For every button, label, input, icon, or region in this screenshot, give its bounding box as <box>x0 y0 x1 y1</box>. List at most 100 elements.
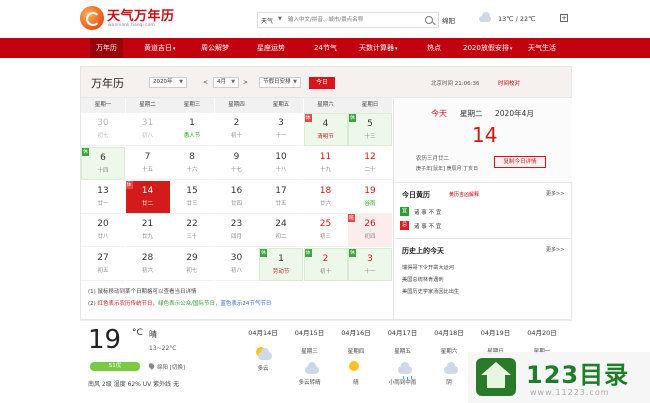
forecast-date: 04月15日 <box>294 329 325 337</box>
calendar-day-cell[interactable]: 休 6 十四 <box>81 146 125 180</box>
calendar-day-cell[interactable]: 8 十六 <box>170 147 214 180</box>
today-button[interactable]: 今日 <box>309 77 335 89</box>
calendar-day-cell[interactable]: 30 初七 <box>81 113 125 146</box>
calendar-day-cell[interactable]: 休 5 十三 <box>348 113 392 146</box>
calendar-day-cell[interactable]: 24 初二 <box>259 214 303 248</box>
calendar-day-cell[interactable]: 班 26 初四 <box>348 214 392 248</box>
forecast-day[interactable]: 04月18日 星期六阴 <box>426 323 472 403</box>
calendar-day-cell[interactable]: 15 廿三 <box>170 181 214 214</box>
history-item[interactable]: 美国历史学家汤因比出生 <box>402 288 459 295</box>
calendar-day-cell[interactable]: 18 廿六 <box>303 181 348 214</box>
chevron-down-icon: ▼ <box>179 79 183 85</box>
cloud-icon <box>479 12 491 22</box>
time-calibrate-link[interactable]: 时间校对 <box>498 79 520 87</box>
calendar-day-cell[interactable]: 休 4 清明节 <box>303 113 348 146</box>
nav-item-holidays-2020[interactable]: 2020放假安排▾ <box>463 38 512 58</box>
calendar-day-cell[interactable]: 23 四月 <box>214 214 259 248</box>
calendar-day-cell[interactable]: 11 十九 <box>303 147 348 180</box>
nav-item-weather-life[interactable]: 天气生活 <box>528 38 556 58</box>
almanac-section: 今日黄历 黄历吉凶解释 更多>> 宜 诸 事 不 宜 忌 诸 事 不 宜 <box>394 183 572 239</box>
calendar-day-cell[interactable]: 休 14 廿二 <box>125 180 170 214</box>
calendar-day-cell[interactable]: 19 谷雨 <box>348 181 392 214</box>
calendar-day-cell[interactable]: 20 廿八 <box>81 214 125 248</box>
today-label: 今天 <box>431 109 447 118</box>
calendar-day-cell[interactable]: 10 十八 <box>259 147 303 180</box>
forecast-weekday: 星期四 <box>347 349 365 355</box>
forecast-day[interactable]: 04月15日 星期三 多云转晴 <box>287 323 333 403</box>
forecast-day[interactable]: 04月17日 星期五 小雨到中雨 <box>380 323 426 403</box>
nav-item-day-calculator[interactable]: 天数计算器▾ <box>359 38 398 58</box>
location-pin-icon <box>147 362 156 370</box>
prev-month-button[interactable]: < <box>201 77 210 88</box>
calendar-day-cell[interactable]: 1 愚人节 <box>170 113 214 146</box>
history-item[interactable]: 美国总统林肯遇刺 <box>402 276 444 283</box>
calendar-day-cell[interactable]: 21 廿九 <box>125 214 170 248</box>
weekday-header: 星期日 <box>348 98 392 113</box>
lunar-label: 初十 <box>319 269 331 276</box>
lunar-label: 二十 <box>364 166 376 173</box>
search-type-select[interactable]: 天气 <box>261 16 273 25</box>
nav-item-huangdao[interactable]: 黄道吉日▾ <box>144 38 176 58</box>
calendar-day-cell[interactable]: 17 廿五 <box>259 181 303 214</box>
calendar-day-cell[interactable]: 12 二十 <box>348 147 392 180</box>
calendar-day-cell[interactable]: 22 三十 <box>170 214 214 248</box>
calendar-day-cell[interactable]: 7 十五 <box>125 147 170 180</box>
nav-label: 2020放假安排 <box>463 44 509 52</box>
holiday-tag: 班 <box>348 214 355 223</box>
calendar-day-cell[interactable]: 25 初三 <box>303 214 348 248</box>
year-select[interactable]: 2020年 ▼ <box>149 77 187 88</box>
lunar-label: 初七 <box>97 133 109 139</box>
site-logo[interactable]: 天气万年历 wannianli.tianqi.com <box>80 4 190 32</box>
next-month-button[interactable]: > <box>241 77 250 88</box>
calendar-day-cell[interactable]: 休 3 十一 <box>348 248 392 282</box>
lunar-label: 初七 <box>186 268 198 275</box>
calendar-day-cell[interactable]: 9 十七 <box>214 147 259 180</box>
calendar-panel: 万年历 2020年 ▼ < 4月 ▼ > 节假日安排 ▼ 今日 北京时间 21:06:… <box>80 66 572 320</box>
day-number: 24 <box>275 219 287 230</box>
history-more-link[interactable]: 更多>> <box>546 246 564 253</box>
calendar-day-cell[interactable]: 2 初十 <box>214 113 259 146</box>
search-icon[interactable] <box>425 16 433 24</box>
day-number: 18 <box>319 185 332 196</box>
day-number: 23 <box>230 219 243 230</box>
nav-item-solar-terms[interactable]: 24节气 <box>314 38 337 58</box>
calendar-day-cell[interactable]: 29 初七 <box>170 248 214 282</box>
forecast-day[interactable]: 04月14日 多云 <box>240 323 286 403</box>
calendar-day-cell[interactable]: 13 廿一 <box>81 181 125 214</box>
calendar-day-cell[interactable]: 28 初六 <box>125 248 170 282</box>
calendar-day-cell[interactable]: 休 1 劳动节 <box>259 248 303 282</box>
weekday-header: 星期二 <box>125 98 170 113</box>
search-input[interactable] <box>288 14 420 26</box>
calendar-day-cell[interactable]: 3 十一 <box>259 113 303 146</box>
holiday-select[interactable]: 节假日安排 ▼ <box>259 77 301 88</box>
nav-item-hot[interactable]: 热点 <box>427 38 441 58</box>
lunar-label: 初四 <box>364 234 376 241</box>
forecast-day[interactable]: 04月16日 星期四晴 <box>333 323 379 403</box>
nav-item-wannianli[interactable]: 万年历 <box>90 38 123 58</box>
current-city[interactable]: 绵阳 <box>442 15 455 25</box>
calendar-day-cell[interactable]: 27 初五 <box>81 248 125 282</box>
almanac-more-link[interactable]: 更多>> <box>546 190 564 197</box>
almanac-explain-link[interactable]: 黄历吉凶解释 <box>449 191 479 198</box>
calendar-day-cell[interactable]: 16 廿四 <box>214 181 259 214</box>
copy-today-details-button[interactable]: 复制今日详情 <box>494 156 546 168</box>
lunar-label: 愚人节 <box>183 133 201 139</box>
lunar-label: 廿九 <box>141 234 153 241</box>
day-number: 12 <box>364 151 376 162</box>
calendar-day-cell[interactable]: 31 初八 <box>125 113 170 146</box>
weather-city-switch[interactable]: 绵阳 [切换] <box>157 363 185 371</box>
calendar-day-cell[interactable]: 休 2 初十 <box>303 248 348 282</box>
calendar-day-cell[interactable]: 30 初八 <box>214 248 259 282</box>
day-number: 11 <box>319 151 332 162</box>
cloud-icon <box>439 361 459 375</box>
month-select[interactable]: 4月 ▼ <box>213 77 239 88</box>
search-box: 天气 ▼ <box>257 12 439 28</box>
plus-icon[interactable]: + <box>560 14 568 22</box>
chevron-down-icon: ▼ <box>231 79 235 85</box>
history-item[interactable]: 瑞得哥下令开凿大运河 <box>402 264 454 271</box>
today-summary: 今天 星期二 2020年4月 14 农历三月廿二 庚子年[鼠年] 庚辰月 丁亥日… <box>394 98 572 183</box>
nav-item-horoscope[interactable]: 星座运势 <box>257 38 285 58</box>
nav-item-dream[interactable]: 周公解梦 <box>201 38 229 58</box>
current-temp-big: 19 <box>88 325 122 355</box>
chevron-down-icon[interactable]: ▼ <box>278 16 282 22</box>
